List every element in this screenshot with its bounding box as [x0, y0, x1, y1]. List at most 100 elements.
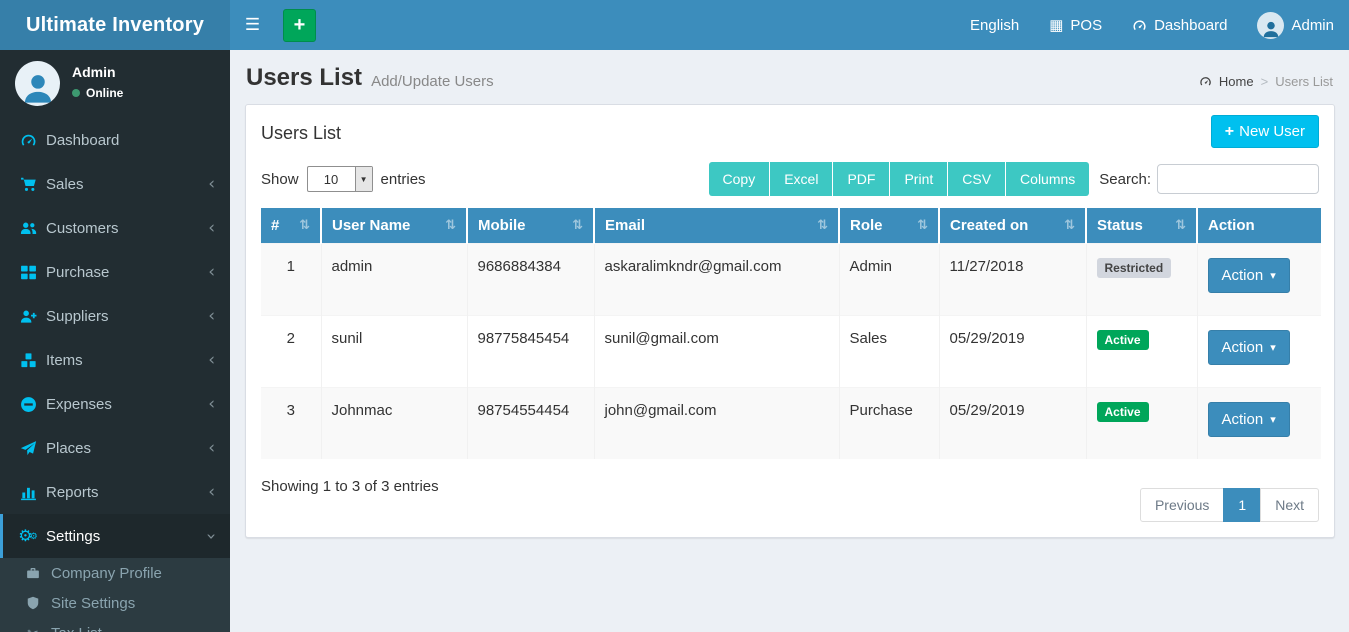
sort-icon: ⇅ — [1175, 218, 1186, 233]
sidebar-item-suppliers[interactable]: Suppliers‹ — [0, 294, 230, 338]
home-icon — [1199, 75, 1212, 88]
sidebar-subitem-company-profile[interactable]: Company Profile — [0, 558, 230, 588]
card-title: Users List — [261, 119, 341, 144]
sidebar-item-purchase[interactable]: Purchase‹ — [0, 250, 230, 294]
controls-right: CopyExcelPDFPrintCSVColumns Search: — [709, 162, 1319, 196]
chevron-left-icon: ‹ — [208, 176, 215, 193]
column-header-role[interactable]: Role ⇅ — [839, 208, 939, 244]
table-info-text: Showing 1 to 3 of 3 entries — [261, 472, 439, 495]
sort-icon: ⇅ — [917, 218, 928, 233]
action-dropdown-button[interactable]: Action▾ — [1208, 402, 1290, 437]
users-icon — [17, 220, 39, 237]
cart-icon — [17, 176, 39, 193]
sidebar-subitem-label: Tax List — [51, 625, 215, 632]
plus-icon: + — [294, 15, 306, 35]
export-print-button[interactable]: Print — [890, 162, 948, 196]
tachometer-icon — [17, 132, 39, 149]
sidebar-user-status: Online — [72, 86, 123, 100]
sidebar-subitem-site-settings[interactable]: Site Settings — [0, 588, 230, 618]
cell-action: Action▾ — [1197, 316, 1321, 388]
export-pdf-button[interactable]: PDF — [833, 162, 890, 196]
sidebar-item-label: Suppliers — [46, 308, 208, 325]
sidebar-item-customers[interactable]: Customers‹ — [0, 206, 230, 250]
caret-down-icon: ▾ — [1270, 413, 1276, 426]
pagination-previous[interactable]: Previous — [1140, 488, 1224, 522]
quick-add-button[interactable]: + — [283, 9, 316, 42]
sidebar-item-label: Settings — [46, 528, 208, 545]
column-label: User Name — [332, 217, 410, 234]
column-header-email[interactable]: Email⇅ — [594, 208, 839, 244]
column-header-created-on[interactable]: Created on⇅ — [939, 208, 1086, 244]
breadcrumb-home[interactable]: Home — [1219, 74, 1254, 89]
sidebar-item-expenses[interactable]: Expenses‹ — [0, 382, 230, 426]
cell-mobile: 9686884384 — [467, 244, 594, 316]
sidebar-item-label: Expenses — [46, 396, 208, 413]
app-logo[interactable]: Ultimate Inventory — [0, 0, 230, 50]
column-header--[interactable]: #⇅ — [261, 208, 321, 244]
sidebar-item-places[interactable]: Places‹ — [0, 426, 230, 470]
nav-user-menu[interactable]: Admin — [1242, 0, 1349, 50]
column-header-mobile[interactable]: Mobile ⇅ — [467, 208, 594, 244]
sidebar-item-sales[interactable]: Sales‹ — [0, 162, 230, 206]
sidebar-item-settings[interactable]: ⚙⚙Settings‹ — [0, 514, 230, 558]
sidebar-user-status-label: Online — [86, 86, 123, 100]
navbar-main: ☰ + English ▦ POS Dashboard Admin — [230, 0, 1349, 50]
table-row: 1admin9686884384askaralimkndr@gmail.comA… — [261, 244, 1321, 316]
action-button-label: Action — [1222, 267, 1264, 284]
page-length-group: Show 10 ▼ entries — [261, 166, 426, 192]
sidebar-item-label: Purchase — [46, 264, 208, 281]
sidebar-user-meta: Admin Online — [72, 61, 123, 100]
column-label: Action — [1208, 217, 1255, 234]
pagination-page-1[interactable]: 1 — [1223, 488, 1261, 522]
cell-role: Sales — [839, 316, 939, 388]
nav-pos[interactable]: ▦ POS — [1034, 0, 1117, 50]
export-copy-button[interactable]: Copy — [709, 162, 771, 196]
table-controls: Show 10 ▼ entries CopyExcelPDFPrintCSVCo… — [261, 162, 1319, 196]
action-dropdown-button[interactable]: Action▾ — [1208, 258, 1290, 293]
sidebar-user-panel: Admin Online — [0, 50, 230, 118]
cell-email: sunil@gmail.com — [594, 316, 839, 388]
search-label: Search: — [1099, 171, 1151, 188]
column-header-action: Action — [1197, 208, 1321, 244]
sidebar-subitem-label: Site Settings — [51, 595, 215, 612]
select-arrow-icon: ▼ — [355, 167, 372, 191]
pagination: Previous 1 Next — [1141, 488, 1319, 522]
action-dropdown-button[interactable]: Action▾ — [1208, 330, 1290, 365]
nav-language-label: English — [970, 17, 1019, 34]
sidebar-item-label: Sales — [46, 176, 208, 193]
nav-language[interactable]: English — [955, 0, 1034, 50]
sidebar-item-dashboard[interactable]: Dashboard — [0, 118, 230, 162]
chevron-left-icon: ‹ — [208, 352, 215, 369]
sort-icon: ⇅ — [1064, 218, 1075, 233]
page-length-select[interactable]: 10 ▼ — [307, 166, 373, 192]
export-columns-button[interactable]: Columns — [1006, 162, 1089, 196]
column-header-status[interactable]: Status⇅ — [1086, 208, 1197, 244]
new-user-button[interactable]: + New User — [1211, 115, 1319, 148]
search-input[interactable] — [1157, 164, 1319, 194]
navbar-right: English ▦ POS Dashboard Admin — [955, 0, 1349, 50]
table-row: 3Johnmac98754554454john@gmail.comPurchas… — [261, 388, 1321, 460]
new-user-button-label: New User — [1239, 123, 1305, 140]
export-excel-button[interactable]: Excel — [770, 162, 833, 196]
scissors-icon: ✂ — [22, 625, 44, 632]
column-header-user-name[interactable]: User Name⇅ — [321, 208, 467, 244]
page-subtitle: Add/Update Users — [371, 67, 494, 90]
page-title: Users List — [246, 64, 362, 92]
cubes-icon — [17, 352, 39, 369]
user-plus-icon — [17, 308, 39, 325]
hamburger-menu-icon[interactable]: ☰ — [230, 0, 275, 50]
sidebar-subitem-tax-list[interactable]: ✂ Tax List — [0, 618, 230, 632]
sidebar-menu: DashboardSales‹Customers‹Purchase‹Suppli… — [0, 118, 230, 632]
sort-icon: ⇅ — [572, 218, 583, 233]
export-csv-button[interactable]: CSV — [948, 162, 1006, 196]
sidebar-item-reports[interactable]: Reports‹ — [0, 470, 230, 514]
column-label: Mobile — [478, 217, 526, 234]
cell-role: Purchase — [839, 388, 939, 460]
nav-dashboard[interactable]: Dashboard — [1117, 0, 1242, 50]
pagination-next[interactable]: Next — [1260, 488, 1319, 522]
cell-user-name: Johnmac — [321, 388, 467, 460]
sidebar-item-items[interactable]: Items‹ — [0, 338, 230, 382]
shield-icon — [22, 596, 44, 610]
column-label: Role — [850, 217, 883, 234]
cell-num: 2 — [261, 316, 321, 388]
